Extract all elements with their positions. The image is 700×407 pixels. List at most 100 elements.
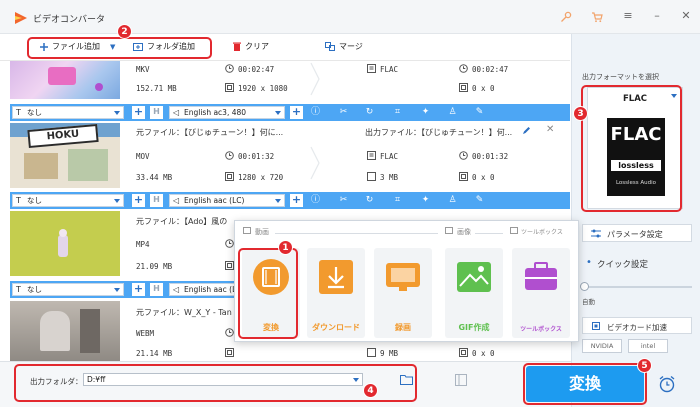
subtitle-value: なし [27, 285, 42, 294]
record-tile[interactable]: 録画 [374, 248, 432, 338]
subtitle-select[interactable]: T なし [12, 106, 124, 119]
output-folder-value: D:¥ff [87, 375, 106, 384]
file-format: WEBM [136, 329, 155, 338]
flac-logo: FLAC lossless Lossless Audio [607, 118, 665, 196]
parameter-settings-label: パラメータ設定 [607, 230, 663, 239]
effect-icon[interactable]: ✦ [420, 107, 431, 118]
subtitle-select[interactable]: T なし [12, 283, 124, 296]
output-format-selector[interactable]: FLAC FLAC lossless Lossless Audio [587, 87, 683, 209]
format-dropdown-icon[interactable] [671, 94, 677, 98]
add-subtitle-button[interactable]: + [132, 283, 145, 296]
download-tile[interactable]: ダウンロード [307, 248, 365, 338]
bottom-bar: 出力フォルダ： D:¥ff [0, 361, 571, 407]
folder-dropdown-icon[interactable] [353, 378, 359, 382]
lossless-caption: Lossless Audio [615, 180, 657, 186]
edit-name-icon[interactable] [522, 126, 531, 135]
cut-icon[interactable]: ✂ [338, 195, 349, 206]
download-tile-label: ダウンロード [312, 323, 360, 332]
add-subtitle-button[interactable]: + [132, 106, 145, 119]
output-format-label: 出力フォーマットを選択 [582, 73, 659, 81]
cart-icon[interactable] [591, 11, 603, 23]
file-duration: 00:01:32 [238, 152, 275, 161]
step-badge-5: 5 [637, 358, 652, 373]
edit-icon[interactable]: ✎ [474, 107, 485, 118]
source-filename: 元ファイル：【Ado】風の [136, 217, 228, 226]
lossless-logo-text: lossless [611, 160, 661, 171]
watermark-icon[interactable]: ♙ [447, 195, 458, 206]
clock-icon [225, 151, 234, 160]
cut-icon[interactable]: ✂ [338, 107, 349, 118]
toolbox-tile[interactable]: ツールボックス [512, 248, 570, 338]
add-subtitle-button[interactable]: + [132, 194, 145, 207]
quality-slider[interactable] [582, 286, 692, 288]
audio-icon: ◁ [173, 285, 180, 294]
minimize-icon[interactable]: – [650, 9, 664, 23]
quality-slider-handle[interactable] [580, 282, 589, 291]
resolution-icon [225, 261, 234, 270]
output-folder-label: 出力フォルダ： [30, 377, 83, 386]
parameter-settings-button[interactable]: パラメータ設定 [582, 224, 692, 242]
convert-button[interactable]: 変換 [526, 366, 644, 402]
add-audio-button[interactable]: + [290, 194, 303, 207]
subtitle-select[interactable]: T なし [12, 194, 124, 207]
flac-logo-text: FLAC [610, 124, 662, 145]
bullet-icon: • [586, 257, 592, 268]
info-icon[interactable]: ⓘ [310, 195, 321, 206]
audio-track-select[interactable]: ◁ English ac3, 480 [169, 106, 285, 119]
rotate-icon[interactable]: ↻ [364, 195, 375, 206]
add-file-dropdown-icon[interactable]: ▼ [110, 43, 115, 51]
divider [275, 233, 438, 234]
edit-icon[interactable]: ✎ [474, 195, 485, 206]
clock-icon [459, 64, 468, 73]
crop-icon[interactable]: ⌗ [392, 195, 403, 206]
size-icon [367, 172, 376, 181]
open-folder-icon[interactable] [400, 374, 413, 385]
gif-maker-tile[interactable]: GIF作成 [445, 248, 503, 338]
watermark-icon[interactable]: ♙ [447, 107, 458, 118]
format-icon [367, 151, 376, 160]
resolution-icon [459, 83, 468, 92]
effect-icon[interactable]: ✦ [420, 195, 431, 206]
toolbox-icon [525, 262, 557, 290]
crop-icon[interactable]: ⌗ [392, 107, 403, 118]
merge-label: マージ [339, 42, 363, 51]
subtitle-settings-button[interactable]: H [150, 106, 163, 119]
add-folder-button[interactable]: フォルダ追加 [133, 41, 195, 52]
clear-label: クリア [245, 42, 269, 51]
size-icon [367, 348, 376, 357]
gpu-acceleration-button[interactable]: ビデオカード加速 [582, 317, 692, 334]
file-size: 152.71 MB [136, 84, 177, 93]
close-icon[interactable]: ✕ [679, 9, 693, 23]
audio-icon: ◁ [173, 196, 180, 205]
section-video: 動画 [255, 228, 269, 236]
subtitle-icon: T [16, 108, 21, 117]
info-icon[interactable]: ⓘ [310, 107, 321, 118]
subtitle-settings-button[interactable]: H [150, 283, 163, 296]
output-folder-field[interactable]: D:¥ff [83, 373, 363, 386]
convert-tile[interactable]: 変換 [242, 248, 300, 338]
output-format: FLAC [380, 152, 399, 161]
file-size: 21.14 MB [136, 349, 173, 358]
add-audio-button[interactable]: + [290, 106, 303, 119]
rotate-icon[interactable]: ↻ [364, 107, 375, 118]
video-thumbnail [10, 301, 120, 361]
subtitle-settings-button[interactable]: H [150, 194, 163, 207]
output-settings-icon[interactable] [455, 374, 467, 386]
add-file-button[interactable]: ファイル追加 ▼ [40, 41, 115, 52]
clear-button[interactable]: クリア [233, 41, 269, 52]
merge-icon [325, 42, 335, 51]
file-size: 33.44 MB [136, 173, 173, 182]
remove-file-icon[interactable]: ✕ [546, 124, 554, 135]
merge-button[interactable]: マージ [325, 41, 363, 52]
auto-label: 自動 [582, 298, 595, 306]
intel-label: intel [640, 342, 656, 350]
menu-icon[interactable]: ≡ [621, 9, 635, 23]
settings-sliders-icon [591, 229, 601, 238]
trash-icon [233, 42, 241, 51]
audio-track-select[interactable]: ◁ English aac (LC) [169, 194, 285, 207]
subtitle-value: なし [27, 108, 42, 117]
alarm-clock-icon[interactable] [658, 375, 676, 393]
step-badge-4: 4 [363, 383, 378, 398]
resolution-icon [459, 172, 468, 181]
key-icon[interactable] [560, 11, 572, 23]
